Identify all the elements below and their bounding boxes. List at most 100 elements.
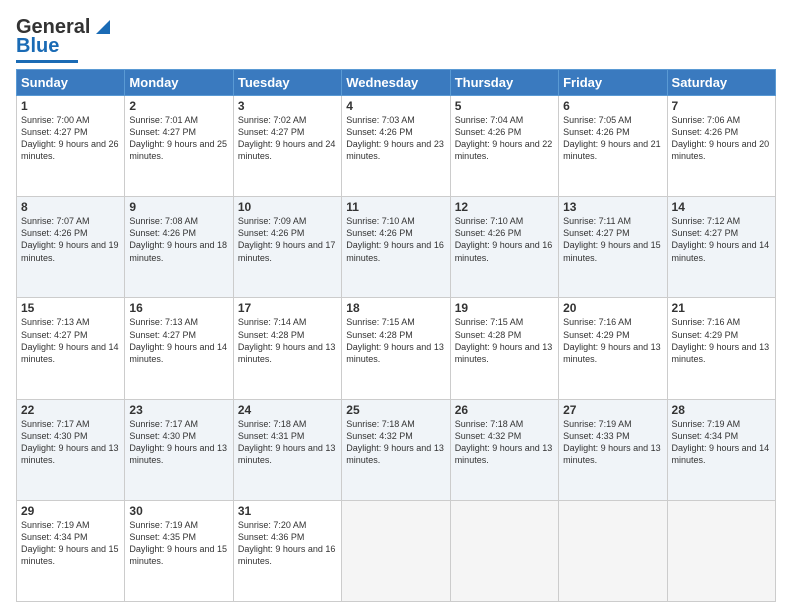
day-cell: 27 Sunrise: 7:19 AM Sunset: 4:33 PM Dayl…: [559, 399, 667, 500]
day-number: 30: [129, 504, 228, 518]
day-cell: 15 Sunrise: 7:13 AM Sunset: 4:27 PM Dayl…: [17, 298, 125, 399]
logo-blue: Blue: [16, 35, 59, 58]
day-header-monday: Monday: [125, 70, 233, 96]
day-info: Sunrise: 7:15 AM Sunset: 4:28 PM Dayligh…: [346, 317, 444, 363]
day-cell: 26 Sunrise: 7:18 AM Sunset: 4:32 PM Dayl…: [450, 399, 558, 500]
day-cell: 25 Sunrise: 7:18 AM Sunset: 4:32 PM Dayl…: [342, 399, 450, 500]
day-number: 12: [455, 200, 554, 214]
day-cell: 30 Sunrise: 7:19 AM Sunset: 4:35 PM Dayl…: [125, 500, 233, 601]
day-info: Sunrise: 7:06 AM Sunset: 4:26 PM Dayligh…: [672, 115, 770, 161]
day-cell: 14 Sunrise: 7:12 AM Sunset: 4:27 PM Dayl…: [667, 197, 775, 298]
day-cell: 11 Sunrise: 7:10 AM Sunset: 4:26 PM Dayl…: [342, 197, 450, 298]
day-cell: 13 Sunrise: 7:11 AM Sunset: 4:27 PM Dayl…: [559, 197, 667, 298]
day-number: 29: [21, 504, 120, 518]
day-cell: 10 Sunrise: 7:09 AM Sunset: 4:26 PM Dayl…: [233, 197, 341, 298]
day-info: Sunrise: 7:16 AM Sunset: 4:29 PM Dayligh…: [563, 317, 661, 363]
day-info: Sunrise: 7:19 AM Sunset: 4:34 PM Dayligh…: [21, 520, 119, 566]
day-cell: 16 Sunrise: 7:13 AM Sunset: 4:27 PM Dayl…: [125, 298, 233, 399]
day-info: Sunrise: 7:14 AM Sunset: 4:28 PM Dayligh…: [238, 317, 336, 363]
day-number: 25: [346, 403, 445, 417]
day-number: 10: [238, 200, 337, 214]
day-cell: 23 Sunrise: 7:17 AM Sunset: 4:30 PM Dayl…: [125, 399, 233, 500]
week-row-2: 8 Sunrise: 7:07 AM Sunset: 4:26 PM Dayli…: [17, 197, 776, 298]
day-cell: 4 Sunrise: 7:03 AM Sunset: 4:26 PM Dayli…: [342, 96, 450, 197]
day-info: Sunrise: 7:20 AM Sunset: 4:36 PM Dayligh…: [238, 520, 336, 566]
day-cell: [559, 500, 667, 601]
day-info: Sunrise: 7:10 AM Sunset: 4:26 PM Dayligh…: [346, 216, 444, 262]
day-cell: [342, 500, 450, 601]
day-info: Sunrise: 7:10 AM Sunset: 4:26 PM Dayligh…: [455, 216, 553, 262]
page: General Blue SundayMondayTuesdayWednesda…: [0, 0, 792, 612]
day-number: 13: [563, 200, 662, 214]
day-info: Sunrise: 7:19 AM Sunset: 4:34 PM Dayligh…: [672, 419, 770, 465]
day-info: Sunrise: 7:18 AM Sunset: 4:32 PM Dayligh…: [455, 419, 553, 465]
day-info: Sunrise: 7:12 AM Sunset: 4:27 PM Dayligh…: [672, 216, 770, 262]
day-number: 14: [672, 200, 771, 214]
day-info: Sunrise: 7:19 AM Sunset: 4:33 PM Dayligh…: [563, 419, 661, 465]
day-info: Sunrise: 7:11 AM Sunset: 4:27 PM Dayligh…: [563, 216, 661, 262]
week-row-1: 1 Sunrise: 7:00 AM Sunset: 4:27 PM Dayli…: [17, 96, 776, 197]
day-number: 22: [21, 403, 120, 417]
day-cell: 21 Sunrise: 7:16 AM Sunset: 4:29 PM Dayl…: [667, 298, 775, 399]
day-info: Sunrise: 7:13 AM Sunset: 4:27 PM Dayligh…: [129, 317, 227, 363]
day-cell: 20 Sunrise: 7:16 AM Sunset: 4:29 PM Dayl…: [559, 298, 667, 399]
day-cell: 2 Sunrise: 7:01 AM Sunset: 4:27 PM Dayli…: [125, 96, 233, 197]
day-info: Sunrise: 7:04 AM Sunset: 4:26 PM Dayligh…: [455, 115, 553, 161]
day-number: 24: [238, 403, 337, 417]
day-number: 6: [563, 99, 662, 113]
day-cell: 28 Sunrise: 7:19 AM Sunset: 4:34 PM Dayl…: [667, 399, 775, 500]
day-info: Sunrise: 7:03 AM Sunset: 4:26 PM Dayligh…: [346, 115, 444, 161]
day-number: 17: [238, 301, 337, 315]
day-header-friday: Friday: [559, 70, 667, 96]
day-header-tuesday: Tuesday: [233, 70, 341, 96]
day-cell: 29 Sunrise: 7:19 AM Sunset: 4:34 PM Dayl…: [17, 500, 125, 601]
day-number: 19: [455, 301, 554, 315]
day-cell: 1 Sunrise: 7:00 AM Sunset: 4:27 PM Dayli…: [17, 96, 125, 197]
day-cell: [667, 500, 775, 601]
day-number: 9: [129, 200, 228, 214]
week-row-5: 29 Sunrise: 7:19 AM Sunset: 4:34 PM Dayl…: [17, 500, 776, 601]
week-row-3: 15 Sunrise: 7:13 AM Sunset: 4:27 PM Dayl…: [17, 298, 776, 399]
day-number: 15: [21, 301, 120, 315]
calendar-body: 1 Sunrise: 7:00 AM Sunset: 4:27 PM Dayli…: [17, 96, 776, 602]
logo-icon: [92, 16, 114, 38]
day-info: Sunrise: 7:16 AM Sunset: 4:29 PM Dayligh…: [672, 317, 770, 363]
day-info: Sunrise: 7:15 AM Sunset: 4:28 PM Dayligh…: [455, 317, 553, 363]
day-info: Sunrise: 7:07 AM Sunset: 4:26 PM Dayligh…: [21, 216, 119, 262]
day-info: Sunrise: 7:17 AM Sunset: 4:30 PM Dayligh…: [129, 419, 227, 465]
day-number: 11: [346, 200, 445, 214]
calendar-table: SundayMondayTuesdayWednesdayThursdayFrid…: [16, 69, 776, 602]
day-number: 16: [129, 301, 228, 315]
day-header-wednesday: Wednesday: [342, 70, 450, 96]
day-cell: 7 Sunrise: 7:06 AM Sunset: 4:26 PM Dayli…: [667, 96, 775, 197]
day-info: Sunrise: 7:18 AM Sunset: 4:31 PM Dayligh…: [238, 419, 336, 465]
day-cell: 19 Sunrise: 7:15 AM Sunset: 4:28 PM Dayl…: [450, 298, 558, 399]
day-header-thursday: Thursday: [450, 70, 558, 96]
day-number: 26: [455, 403, 554, 417]
day-info: Sunrise: 7:18 AM Sunset: 4:32 PM Dayligh…: [346, 419, 444, 465]
day-info: Sunrise: 7:00 AM Sunset: 4:27 PM Dayligh…: [21, 115, 119, 161]
header-row: SundayMondayTuesdayWednesdayThursdayFrid…: [17, 70, 776, 96]
day-number: 2: [129, 99, 228, 113]
day-header-sunday: Sunday: [17, 70, 125, 96]
day-info: Sunrise: 7:19 AM Sunset: 4:35 PM Dayligh…: [129, 520, 227, 566]
day-number: 18: [346, 301, 445, 315]
day-cell: 9 Sunrise: 7:08 AM Sunset: 4:26 PM Dayli…: [125, 197, 233, 298]
day-cell: 5 Sunrise: 7:04 AM Sunset: 4:26 PM Dayli…: [450, 96, 558, 197]
header: General Blue: [16, 12, 776, 63]
day-info: Sunrise: 7:08 AM Sunset: 4:26 PM Dayligh…: [129, 216, 227, 262]
day-info: Sunrise: 7:05 AM Sunset: 4:26 PM Dayligh…: [563, 115, 661, 161]
day-info: Sunrise: 7:02 AM Sunset: 4:27 PM Dayligh…: [238, 115, 336, 161]
day-info: Sunrise: 7:13 AM Sunset: 4:27 PM Dayligh…: [21, 317, 119, 363]
day-number: 3: [238, 99, 337, 113]
calendar-header: SundayMondayTuesdayWednesdayThursdayFrid…: [17, 70, 776, 96]
day-cell: 18 Sunrise: 7:15 AM Sunset: 4:28 PM Dayl…: [342, 298, 450, 399]
day-number: 1: [21, 99, 120, 113]
day-number: 21: [672, 301, 771, 315]
day-cell: 17 Sunrise: 7:14 AM Sunset: 4:28 PM Dayl…: [233, 298, 341, 399]
day-cell: 6 Sunrise: 7:05 AM Sunset: 4:26 PM Dayli…: [559, 96, 667, 197]
day-cell: 22 Sunrise: 7:17 AM Sunset: 4:30 PM Dayl…: [17, 399, 125, 500]
day-cell: 24 Sunrise: 7:18 AM Sunset: 4:31 PM Dayl…: [233, 399, 341, 500]
day-number: 8: [21, 200, 120, 214]
day-cell: 8 Sunrise: 7:07 AM Sunset: 4:26 PM Dayli…: [17, 197, 125, 298]
